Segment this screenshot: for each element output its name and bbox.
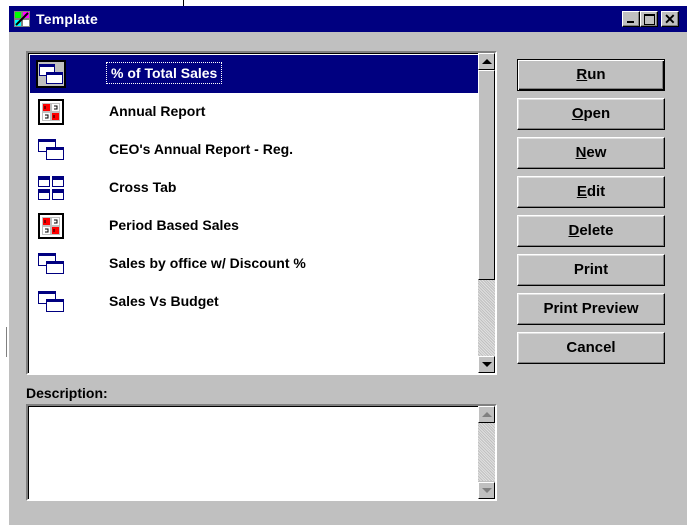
background-edge bbox=[0, 6, 9, 525]
screen: Template ✕ % of Total Sales Annual Repor… bbox=[0, 0, 687, 525]
print-preview-button[interactable]: Print Preview bbox=[517, 293, 665, 325]
delete-hotkey: D bbox=[568, 222, 580, 239]
minimize-button[interactable] bbox=[622, 11, 640, 27]
delete-label: elete bbox=[579, 222, 614, 239]
arrow-up-icon bbox=[482, 412, 492, 417]
close-icon: ✕ bbox=[664, 11, 676, 27]
description-text[interactable] bbox=[28, 406, 478, 499]
description-scroll-track[interactable] bbox=[478, 423, 495, 481]
report-grid-icon bbox=[38, 99, 64, 125]
list-item-ceo-annual-report[interactable]: CEO's Annual Report - Reg. bbox=[30, 131, 478, 169]
open-hotkey: O bbox=[571, 105, 584, 122]
description-field[interactable] bbox=[26, 404, 497, 501]
new-hotkey: N bbox=[575, 144, 587, 161]
open-button[interactable]: Open bbox=[517, 98, 665, 130]
arrow-down-icon bbox=[482, 488, 492, 493]
list-item-cross-tab[interactable]: Cross Tab bbox=[30, 169, 478, 207]
list-scrollbar[interactable] bbox=[478, 53, 495, 373]
list-item-percent-total-sales[interactable]: % of Total Sales bbox=[30, 55, 478, 93]
open-label: pen bbox=[583, 105, 611, 122]
list-item-label: % of Total Sales bbox=[105, 62, 223, 84]
template-list[interactable]: % of Total Sales Annual Report CEO's Ann… bbox=[26, 51, 497, 375]
report-grid-icon bbox=[38, 213, 64, 239]
arrow-up-icon bbox=[482, 59, 492, 64]
run-label: un bbox=[587, 66, 606, 83]
report-window-icon bbox=[38, 253, 64, 274]
new-button[interactable]: New bbox=[517, 137, 665, 169]
description-label: Description: bbox=[26, 385, 108, 401]
template-dialog: Template ✕ % of Total Sales Annual Repor… bbox=[9, 6, 687, 525]
window-title: Template bbox=[36, 11, 99, 27]
edit-hotkey: E bbox=[576, 183, 587, 200]
list-item-label: Sales by office w/ Discount % bbox=[109, 255, 306, 271]
description-scroll-up-button[interactable] bbox=[478, 406, 495, 423]
arrow-down-icon bbox=[482, 362, 492, 367]
list-item-period-based-sales[interactable]: Period Based Sales bbox=[30, 207, 478, 245]
description-scrollbar[interactable] bbox=[478, 406, 495, 499]
close-button[interactable]: ✕ bbox=[661, 11, 679, 27]
cancel-button[interactable]: Cancel bbox=[517, 332, 665, 364]
report-window-icon bbox=[36, 60, 66, 88]
app-icon[interactable] bbox=[13, 10, 31, 28]
maximize-button[interactable] bbox=[640, 11, 658, 27]
list-item-label: CEO's Annual Report - Reg. bbox=[109, 141, 294, 157]
crosstab-icon bbox=[38, 176, 64, 200]
report-window-icon bbox=[38, 139, 64, 160]
list-item-sales-vs-budget[interactable]: Sales Vs Budget bbox=[30, 283, 478, 321]
report-window-icon bbox=[38, 291, 64, 312]
scroll-down-button[interactable] bbox=[478, 356, 495, 373]
run-button[interactable]: Run bbox=[517, 59, 665, 91]
maximize-icon bbox=[644, 14, 655, 25]
edit-label: dit bbox=[586, 183, 606, 200]
list-item-annual-report[interactable]: Annual Report bbox=[30, 93, 478, 131]
run-hotkey: R bbox=[576, 66, 588, 83]
title-bar[interactable]: Template ✕ bbox=[9, 6, 687, 32]
scroll-track[interactable] bbox=[478, 280, 495, 356]
list-item-sales-by-office[interactable]: Sales by office w/ Discount % bbox=[30, 245, 478, 283]
delete-button[interactable]: Delete bbox=[517, 215, 665, 247]
edit-button[interactable]: Edit bbox=[517, 176, 665, 208]
list-item-label: Sales Vs Budget bbox=[109, 293, 219, 309]
description-scroll-down-button[interactable] bbox=[478, 482, 495, 499]
list-item-label: Annual Report bbox=[109, 103, 206, 119]
print-button[interactable]: Print bbox=[517, 254, 665, 286]
minimize-icon bbox=[627, 21, 634, 23]
scroll-up-button[interactable] bbox=[478, 53, 495, 70]
new-label: ew bbox=[586, 144, 607, 161]
list-item-label: Cross Tab bbox=[109, 179, 177, 195]
scroll-thumb[interactable] bbox=[478, 70, 495, 280]
template-list-items: % of Total Sales Annual Report CEO's Ann… bbox=[28, 53, 478, 373]
list-item-label: Period Based Sales bbox=[109, 217, 239, 233]
